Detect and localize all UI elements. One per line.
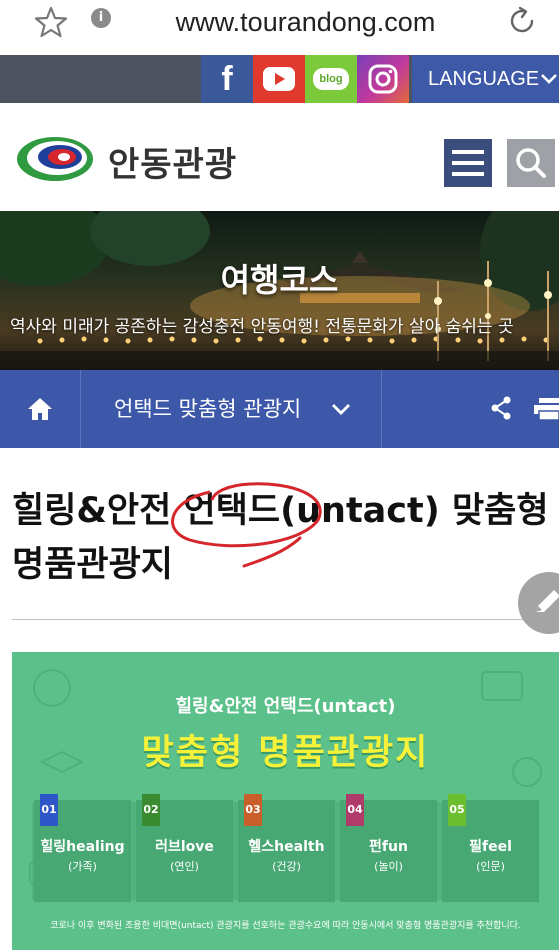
print-icon[interactable] bbox=[534, 398, 559, 420]
hamburger-icon-bar bbox=[452, 161, 484, 165]
bookmark-star-icon[interactable] bbox=[33, 4, 69, 40]
panel-name: 힐링healing bbox=[40, 839, 125, 855]
course-panel-health[interactable]: 03 헬스health (건강) bbox=[238, 794, 335, 902]
course-panel-love[interactable]: 02 러브love (연인) bbox=[136, 794, 233, 902]
logo-text[interactable]: 안동관광 bbox=[108, 137, 237, 186]
blog-button[interactable]: blog bbox=[305, 55, 357, 103]
blog-icon-label: blog bbox=[319, 73, 343, 85]
menu-button[interactable] bbox=[444, 139, 492, 187]
hamburger-icon-bar bbox=[452, 172, 484, 176]
youtube-icon bbox=[263, 67, 295, 91]
youtube-button[interactable] bbox=[253, 55, 305, 103]
category-label: 언택드 맞춤형 관광지 bbox=[114, 397, 302, 421]
panel-subtitle: (인문) bbox=[476, 860, 505, 873]
banner-headline: 힐링&안전 언택드(untact) bbox=[175, 696, 396, 717]
instagram-icon bbox=[368, 64, 398, 94]
panel-number-badge: 03 bbox=[244, 794, 262, 826]
panel-name: 헬스health bbox=[248, 839, 325, 855]
panel-name: 펀fun bbox=[369, 839, 408, 855]
banner-note: 코로나 이후 변화된 조용한 비대면(untact) 관광지를 선호하는 관광수… bbox=[50, 921, 521, 931]
course-panel-fun[interactable]: 04 펀fun (놀이) bbox=[340, 794, 437, 902]
browser-url-bar: i www.tourandong.com bbox=[0, 0, 559, 55]
hero-title: 여행코스 bbox=[220, 261, 339, 299]
search-icon bbox=[516, 148, 546, 178]
language-selector[interactable]: LANGUAGE bbox=[412, 55, 559, 103]
course-panel-feel[interactable]: 05 필feel (인문) bbox=[442, 794, 539, 902]
panel-subtitle: (연인) bbox=[170, 860, 199, 873]
banner-title: 맞춤형 명품관광지 bbox=[141, 733, 430, 773]
panel-number-badge: 05 bbox=[448, 794, 466, 826]
panel-subtitle: (건강) bbox=[272, 860, 301, 873]
pencil-icon bbox=[536, 590, 559, 612]
site-info-icon[interactable]: i bbox=[91, 8, 111, 28]
share-icon[interactable] bbox=[490, 396, 512, 420]
facebook-button[interactable]: f bbox=[201, 55, 253, 103]
language-label: LANGUAGE bbox=[428, 68, 540, 90]
title-divider bbox=[12, 619, 559, 620]
panel-number-badge: 01 bbox=[40, 794, 58, 826]
panel-number-badge: 04 bbox=[346, 794, 364, 826]
course-panel-healing[interactable]: 01 힐링healing (가족) bbox=[34, 794, 131, 902]
chevron-down-icon bbox=[541, 74, 557, 84]
home-button[interactable] bbox=[0, 370, 81, 448]
url-text[interactable]: www.tourandong.com bbox=[128, 2, 483, 42]
hero-banner: 여행코스 역사와 미래가 공존하는 감성충전 안동여행! 전통문화가 살아 숨쉬… bbox=[0, 211, 559, 370]
facebook-icon: f bbox=[221, 60, 233, 98]
panel-name: 필feel bbox=[469, 839, 512, 855]
site-header: 안동관광 bbox=[0, 103, 559, 211]
hero-subtitle: 역사와 미래가 공존하는 감성충전 안동여행! 전통문화가 살아 숨쉬는 곳 bbox=[10, 317, 514, 337]
social-bar: f blog LANGUAGE bbox=[0, 55, 559, 103]
blog-icon: blog bbox=[313, 68, 349, 90]
reload-icon[interactable] bbox=[505, 4, 539, 38]
panel-subtitle: (가족) bbox=[68, 860, 97, 873]
instagram-button[interactable] bbox=[357, 55, 409, 103]
sub-navigation: 언택드 맞춤형 관광지 bbox=[0, 370, 559, 448]
page-title: 힐링&안전 언택드(untact) 맞춤형 명품관광지 bbox=[12, 491, 549, 585]
andong-logo-icon[interactable] bbox=[14, 133, 96, 185]
panel-name: 러브love bbox=[155, 839, 214, 855]
search-button[interactable] bbox=[507, 139, 555, 187]
course-banner-image: 힐링&안전 언택드(untact) 맞춤형 명품관광지 01 힐링healing… bbox=[12, 652, 559, 950]
chevron-down-icon bbox=[332, 404, 350, 415]
hamburger-icon bbox=[452, 150, 484, 154]
home-icon bbox=[28, 398, 52, 420]
panel-number-badge: 02 bbox=[142, 794, 160, 826]
category-dropdown[interactable]: 언택드 맞춤형 관광지 bbox=[81, 370, 382, 448]
panel-subtitle: (놀이) bbox=[374, 860, 403, 873]
